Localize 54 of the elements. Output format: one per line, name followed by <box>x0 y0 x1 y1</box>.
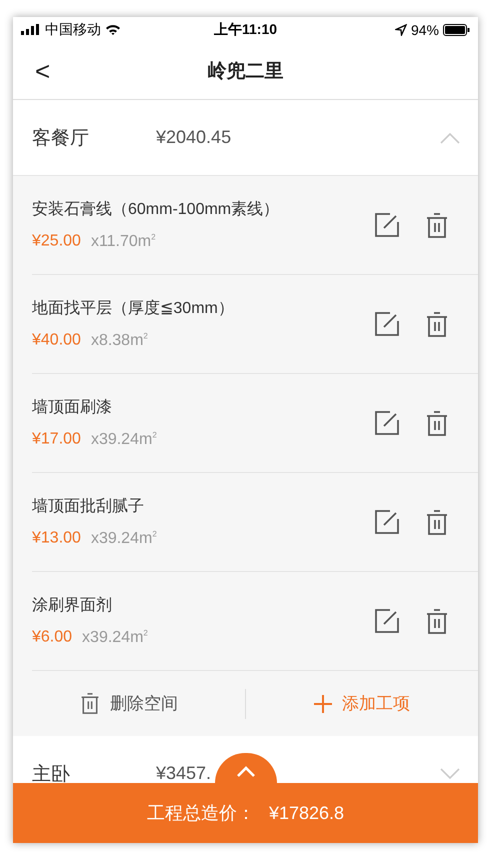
total-cost-label: 工程总造价： <box>146 802 255 825</box>
work-item-name: 墙顶面刷漆 <box>32 398 113 418</box>
work-item-name: 墙顶面批刮腻子 <box>32 496 145 518</box>
carrier-label: 中国移动 <box>45 20 101 38</box>
delete-button[interactable] <box>426 510 448 534</box>
unit-price: ¥17.00 <box>32 430 81 448</box>
work-item-name: 安装石膏线（60mm-100mm素线） <box>32 200 280 220</box>
unit-price: ¥25.00 <box>32 232 81 250</box>
unit-price: ¥40.00 <box>32 332 81 349</box>
edit-icon <box>374 212 400 238</box>
delete-button[interactable] <box>426 212 448 238</box>
quantity: x11.70m$^{2}$ <box>90 232 156 250</box>
room-total: ¥2040.45 <box>156 127 232 148</box>
trash-icon <box>80 693 100 714</box>
trash-icon <box>426 510 448 534</box>
battery-percent: 94% <box>410 22 440 38</box>
quantity: x39.24m$^{2}$ <box>90 530 157 547</box>
plus-icon <box>314 694 332 712</box>
location-icon <box>394 24 407 36</box>
edit-icon <box>374 608 400 634</box>
delete-button[interactable] <box>426 608 448 634</box>
room-name[interactable]: 客餐厅 <box>32 124 156 150</box>
room-name[interactable]: 主卧 <box>32 760 156 783</box>
edit-icon <box>374 311 400 337</box>
work-item-name: 地面找平层（厚度≦30mm） <box>32 298 235 320</box>
work-item-name: 涂刷界面剂 <box>32 596 113 616</box>
edit-icon <box>374 410 400 436</box>
quantity: x39.24m$^{2}$ <box>82 628 148 646</box>
battery-icon <box>443 24 470 36</box>
edit-icon <box>374 509 400 535</box>
edit-button[interactable] <box>374 509 400 535</box>
edit-button[interactable] <box>374 212 400 238</box>
trash-icon <box>426 608 448 634</box>
total-cost-value: ¥17826.8 <box>268 802 344 824</box>
clock-time: 上午11:10 <box>214 20 278 38</box>
trash-icon <box>426 410 448 436</box>
delete-button[interactable] <box>426 312 448 336</box>
edit-button[interactable] <box>374 410 400 436</box>
trash-icon <box>426 312 448 336</box>
room-total: ¥3457. <box>156 763 212 783</box>
edit-button[interactable] <box>374 608 400 634</box>
back-button[interactable]: < <box>35 56 50 87</box>
unit-price: ¥6.00 <box>32 628 72 646</box>
edit-button[interactable] <box>374 311 400 337</box>
signal-icon <box>21 24 41 35</box>
wifi-icon <box>105 24 121 35</box>
trash-icon <box>426 212 448 238</box>
quantity: x39.24m$^{2}$ <box>90 430 157 448</box>
caret-up-icon <box>236 765 256 777</box>
unit-price: ¥13.00 <box>32 530 81 547</box>
quantity: x8.38m$^{2}$ <box>90 332 148 349</box>
page-title: 岭兜二里 <box>208 60 284 84</box>
delete-room-button[interactable]: 删除空间 <box>13 671 245 736</box>
delete-button[interactable] <box>426 410 448 436</box>
